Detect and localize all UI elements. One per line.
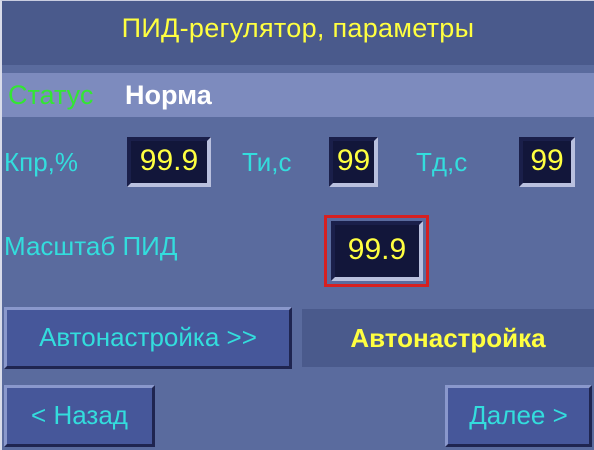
autotune-button-label: Автонастройка >> [39, 322, 257, 352]
kp-value-field[interactable]: 99.9 [127, 137, 211, 187]
autotune-status-text: Автонастройка [350, 323, 546, 353]
td-value: 99 [530, 144, 564, 177]
status-label: Статус [8, 80, 94, 110]
pid-parameters-screen: ПИД-регулятор, параметры Статус Норма Кп… [0, 0, 594, 450]
next-button-label: Далее > [469, 400, 568, 430]
td-label: Тд,с [416, 147, 468, 177]
ti-label: Ти,с [242, 147, 292, 177]
ti-value: 99 [336, 144, 371, 177]
scale-value-field[interactable]: 99.9 [331, 221, 423, 281]
back-button[interactable]: < Назад [4, 385, 155, 447]
td-value-field[interactable]: 99 [519, 137, 575, 187]
kp-value: 99.9 [139, 144, 199, 177]
kp-label: Кпр,% [4, 147, 79, 177]
next-button[interactable]: Далее > [445, 385, 592, 447]
status-value: Норма [125, 80, 212, 110]
scale-value: 99.9 [347, 233, 407, 266]
page-title: ПИД-регулятор, параметры [121, 13, 475, 43]
ti-value-field[interactable]: 99 [329, 137, 378, 187]
autotune-button[interactable]: Автонастройка >> [4, 307, 292, 369]
scale-label: Масштаб ПИД [4, 231, 178, 261]
back-button-label: < Назад [31, 400, 128, 430]
